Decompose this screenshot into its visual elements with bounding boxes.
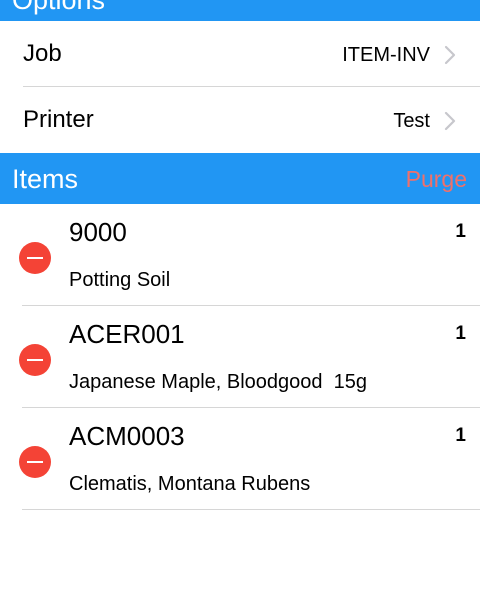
delete-item-icon[interactable] [19,344,51,376]
options-section-title: Options [12,0,106,15]
items-section-title: Items [12,164,79,194]
job-label: Job [23,40,62,67]
row-divider [22,509,480,510]
job-option-row[interactable]: Job ITEM-INV [0,21,480,87]
list-item[interactable]: 9000 1 Potting Soil [0,204,480,306]
items-section-header: Items Purge [0,153,480,204]
chevron-right-icon [444,111,456,131]
purge-button[interactable]: Purge [406,165,467,193]
printer-value: Test [393,110,430,132]
item-quantity: 1 [455,323,466,344]
item-code: ACER001 [69,319,185,349]
options-section-header: Options [0,0,480,21]
job-value: ITEM-INV [342,44,430,66]
list-item[interactable]: ACER001 1 Japanese Maple, Bloodgood 15g [0,306,480,408]
item-quantity: 1 [455,425,466,446]
delete-item-icon[interactable] [19,446,51,478]
item-description: Japanese Maple, Bloodgood 15g [69,371,368,393]
item-quantity: 1 [455,221,466,242]
item-code: ACM0003 [69,421,185,451]
printer-option-row[interactable]: Printer Test [0,87,480,153]
delete-item-icon[interactable] [19,242,51,274]
printer-label: Printer [23,106,94,133]
item-description: Potting Soil [69,269,171,291]
item-code: 9000 [69,217,127,247]
list-item[interactable]: ACM0003 1 Clematis, Montana Rubens [0,408,480,510]
item-description: Clematis, Montana Rubens [69,473,311,495]
chevron-right-icon [444,45,456,65]
